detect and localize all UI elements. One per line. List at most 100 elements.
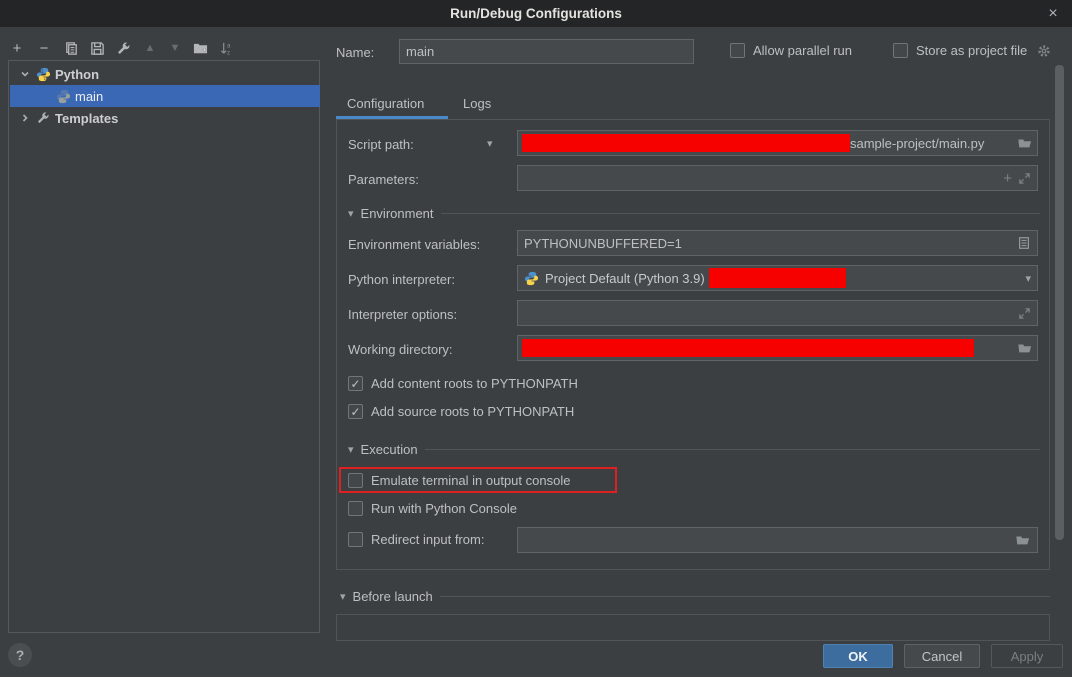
- browse-folder-icon[interactable]: [1017, 341, 1033, 355]
- dialog-title: Run/Debug Configurations: [450, 6, 622, 21]
- svg-text:a: a: [226, 42, 230, 49]
- gear-icon[interactable]: [1037, 44, 1051, 58]
- script-path-value: sample-project/main.py: [850, 136, 984, 151]
- checkbox-box[interactable]: [730, 43, 745, 58]
- remove-icon[interactable]: −: [35, 39, 53, 57]
- svg-text:z: z: [226, 49, 229, 55]
- checkbox-box[interactable]: [348, 473, 363, 488]
- environment-variables-value: PYTHONUNBUFFERED=1: [524, 236, 682, 251]
- redacted-path-segment: [709, 268, 846, 288]
- collapse-triangle-icon[interactable]: ▾: [348, 443, 354, 456]
- checkbox-label: Allow parallel run: [753, 43, 852, 58]
- tab-logs[interactable]: Logs: [463, 96, 491, 111]
- tree-item-label: Python: [55, 67, 99, 82]
- wrench-icon: [34, 111, 52, 125]
- section-title: Execution: [361, 442, 418, 457]
- add-macro-icon[interactable]: +: [1003, 170, 1012, 187]
- copy-icon[interactable]: [62, 39, 80, 57]
- script-path-label: Script path:: [348, 137, 414, 152]
- environment-variables-input[interactable]: PYTHONUNBUFFERED=1: [517, 230, 1038, 256]
- titlebar: Run/Debug Configurations: [0, 0, 1072, 27]
- collapse-triangle-icon[interactable]: ▾: [348, 207, 354, 220]
- edit-templates-icon[interactable]: [114, 39, 132, 57]
- checkbox-box[interactable]: [893, 43, 908, 58]
- add-content-roots-checkbox[interactable]: ✓ Add content roots to PYTHONPATH: [348, 376, 578, 391]
- redacted-path-segment: [522, 134, 850, 152]
- checkbox-checked-box[interactable]: ✓: [348, 376, 363, 391]
- add-source-roots-checkbox[interactable]: ✓ Add source roots to PYTHONPATH: [348, 404, 574, 419]
- redacted-path-segment: [522, 339, 974, 357]
- python-interpreter-select[interactable]: Project Default (Python 3.9) ▾: [517, 265, 1038, 291]
- add-icon[interactable]: +: [8, 39, 26, 57]
- store-as-project-file-checkbox[interactable]: Store as project file: [893, 43, 1051, 58]
- section-divider: [425, 449, 1040, 450]
- python-interpreter-label: Python interpreter:: [348, 272, 455, 287]
- collapse-triangle-icon[interactable]: ▾: [340, 590, 346, 603]
- move-down-icon: ▼: [166, 39, 184, 57]
- environment-section-header[interactable]: ▾ Environment: [348, 206, 1040, 221]
- before-launch-section-header[interactable]: ▾ Before launch: [340, 589, 1050, 604]
- checkbox-label: Add content roots to PYTHONPATH: [371, 376, 578, 391]
- working-directory-label: Working directory:: [348, 342, 453, 357]
- section-title: Environment: [361, 206, 434, 221]
- parameters-input[interactable]: +: [517, 165, 1038, 191]
- browse-folder-icon[interactable]: [1017, 136, 1033, 150]
- checkbox-label: Redirect input from:: [371, 532, 484, 547]
- vertical-scrollbar[interactable]: [1055, 65, 1064, 540]
- chevron-right-icon[interactable]: [16, 113, 34, 123]
- run-debug-configurations-dialog: Run/Debug Configurations × + − ▲ ▼ az Py…: [0, 0, 1072, 677]
- checkbox-label: Emulate terminal in output console: [371, 473, 570, 488]
- section-divider: [440, 596, 1050, 597]
- redirect-input-field[interactable]: [517, 527, 1038, 553]
- execution-section-header[interactable]: ▾ Execution: [348, 442, 1040, 457]
- tree-item-label: Templates: [55, 111, 118, 126]
- script-path-dropdown-icon[interactable]: ▾: [487, 137, 493, 150]
- new-folder-icon[interactable]: [191, 39, 209, 57]
- close-icon[interactable]: ×: [1042, 3, 1064, 25]
- save-icon[interactable]: [88, 39, 106, 57]
- checkbox-box[interactable]: [348, 532, 363, 547]
- apply-button: Apply: [991, 644, 1063, 668]
- tree-item-label: main: [75, 89, 103, 104]
- name-input[interactable]: main: [399, 39, 694, 64]
- tab-configuration[interactable]: Configuration: [347, 96, 424, 111]
- interpreter-options-label: Interpreter options:: [348, 307, 457, 322]
- script-path-input[interactable]: sample-project/main.py: [517, 130, 1038, 156]
- browse-folder-icon[interactable]: [1015, 533, 1031, 547]
- tree-item-main[interactable]: main: [10, 85, 320, 107]
- expand-field-icon[interactable]: [1018, 307, 1031, 320]
- ok-button[interactable]: OK: [823, 644, 893, 668]
- cancel-button[interactable]: Cancel: [904, 644, 980, 668]
- parameters-label: Parameters:: [348, 172, 419, 187]
- allow-parallel-run-checkbox[interactable]: Allow parallel run: [730, 43, 852, 58]
- emulate-terminal-checkbox[interactable]: Emulate terminal in output console: [348, 473, 570, 488]
- python-icon: [524, 271, 539, 286]
- python-icon: [34, 67, 52, 82]
- checkbox-label: Add source roots to PYTHONPATH: [371, 404, 574, 419]
- edit-variables-icon[interactable]: [1017, 236, 1031, 250]
- name-value: main: [406, 44, 434, 59]
- tree-item-python[interactable]: Python: [10, 63, 320, 85]
- dropdown-arrow-icon[interactable]: ▾: [1025, 272, 1031, 285]
- help-button[interactable]: ?: [8, 643, 32, 667]
- environment-variables-label: Environment variables:: [348, 237, 480, 252]
- checkbox-checked-box[interactable]: ✓: [348, 404, 363, 419]
- section-divider: [441, 213, 1040, 214]
- run-with-python-console-checkbox[interactable]: Run with Python Console: [348, 501, 517, 516]
- before-launch-list: [336, 614, 1050, 641]
- move-up-icon: ▲: [141, 39, 159, 57]
- chevron-down-icon[interactable]: [16, 69, 34, 79]
- sort-alphabetically-icon[interactable]: az: [217, 39, 235, 57]
- python-icon: [54, 89, 72, 104]
- checkbox-label: Run with Python Console: [371, 501, 517, 516]
- interpreter-options-input[interactable]: [517, 300, 1038, 326]
- python-interpreter-value: Project Default (Python 3.9): [545, 271, 705, 286]
- expand-field-icon[interactable]: [1018, 172, 1031, 185]
- name-label: Name:: [336, 45, 374, 60]
- checkbox-box[interactable]: [348, 501, 363, 516]
- redirect-input-checkbox[interactable]: Redirect input from:: [348, 532, 484, 547]
- tree-item-templates[interactable]: Templates: [10, 107, 320, 129]
- section-title: Before launch: [353, 589, 433, 604]
- working-directory-input[interactable]: [517, 335, 1038, 361]
- checkbox-label: Store as project file: [916, 43, 1027, 58]
